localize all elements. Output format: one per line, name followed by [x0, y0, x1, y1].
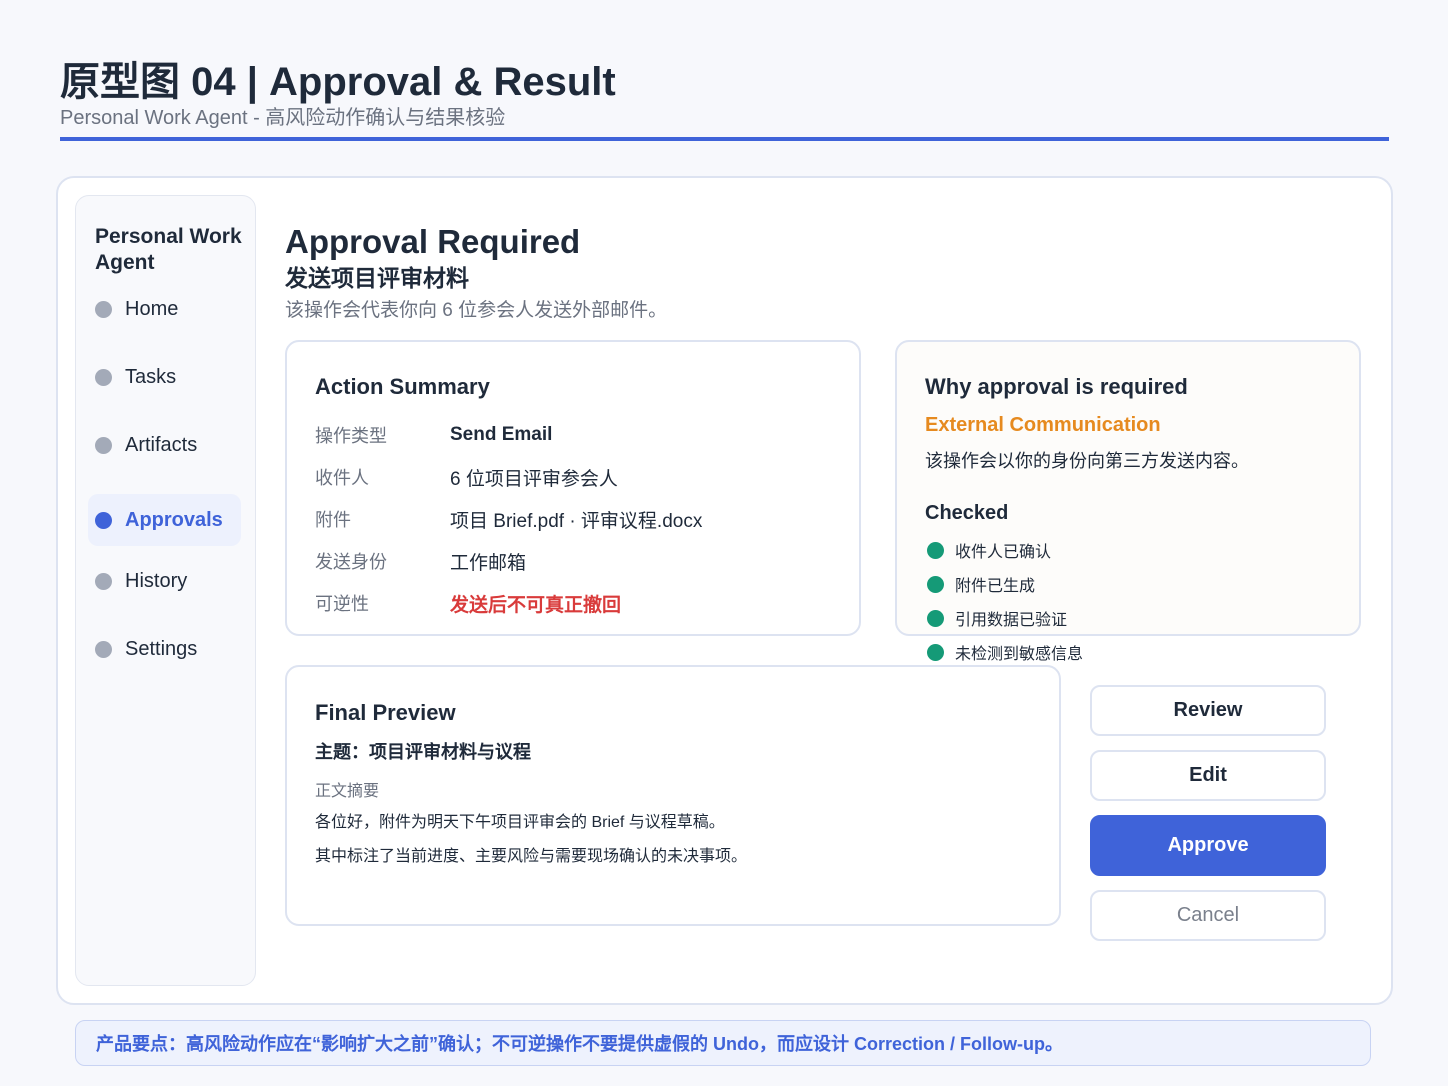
check-item: 引用数据已验证: [927, 606, 1067, 630]
check-dot-icon: [927, 541, 944, 559]
summary-value: 工作邮箱: [450, 552, 527, 574]
sidebar-item-approvals[interactable]: Approvals: [88, 494, 241, 546]
risk-category-label: External Communication: [925, 414, 1161, 436]
page-header: 原型图 04 | Approval & Result Personal Work…: [60, 58, 1389, 130]
card-title: Final Preview: [315, 700, 456, 725]
summary-key: 收件人: [315, 468, 369, 488]
card-title: Why approval is required: [925, 374, 1188, 399]
email-body-label: 正文摘要: [315, 783, 380, 800]
check-item: 未检测到敏感信息: [927, 640, 1083, 664]
sidebar-item-label: History: [125, 569, 188, 592]
summary-key: 可逆性: [315, 594, 369, 614]
check-dot-icon: [927, 609, 944, 627]
summary-key: 操作类型: [315, 426, 387, 446]
page-subtitle: Personal Work Agent - 高风险动作确认与结果核验: [60, 107, 506, 129]
summary-value: 项目 Brief.pdf · 评审议程.docx: [450, 510, 703, 532]
summary-value: 6 位项目评审参会人: [450, 468, 618, 490]
approval-description: 该操作会代表你向 6 位参会人发送外部邮件。: [285, 300, 668, 321]
email-body-line: 其中标注了当前进度、主要风险与需要现场确认的未决事项。: [315, 848, 748, 865]
email-subject: 主题：项目评审材料与议程: [315, 742, 531, 762]
check-dot-icon: [927, 575, 944, 593]
email-body-line: 各位好，附件为明天下午项目评审会的 Brief 与议程草稿。: [315, 814, 725, 831]
risk-description: 该操作会以你的身份向第三方发送内容。: [925, 451, 1249, 471]
sidebar-item-label: Artifacts: [125, 433, 198, 456]
check-label: 引用数据已验证: [955, 612, 1068, 629]
check-item: 收件人已确认: [927, 538, 1051, 562]
summary-row-reversibility: 可逆性 发送后不可真正撤回: [315, 588, 621, 618]
summary-key: 发送身份: [315, 552, 387, 572]
sidebar-item-tasks[interactable]: Tasks: [88, 351, 241, 403]
sidebar-item-label: Home: [125, 297, 179, 320]
nav-dot-icon: [95, 436, 112, 454]
product-note: 产品要点：高风险动作应在“影响扩大之前”确认；不可逆操作不要提供虚假的 Undo…: [75, 1020, 1371, 1066]
summary-row-attachments: 附件 项目 Brief.pdf · 评审议程.docx: [315, 504, 702, 534]
nav-dot-icon: [95, 572, 112, 590]
nav-dot-icon: [95, 640, 112, 658]
sidebar-item-artifacts[interactable]: Artifacts: [88, 419, 241, 471]
final-preview-card: Final Preview 主题：项目评审材料与议程 正文摘要 各位好，附件为明…: [285, 665, 1061, 926]
sidebar-item-home[interactable]: Home: [88, 283, 241, 335]
summary-key: 附件: [315, 510, 351, 530]
summary-row-recipients: 收件人 6 位项目评审参会人: [315, 462, 618, 492]
check-label: 附件已生成: [955, 578, 1036, 595]
nav-dot-icon: [95, 511, 112, 529]
sidebar-item-settings[interactable]: Settings: [88, 623, 241, 675]
action-summary-card: Action Summary 操作类型 Send Email 收件人 6 位项目…: [285, 340, 861, 636]
approval-subtitle: 发送项目评审材料: [285, 265, 469, 291]
summary-row-sender-identity: 发送身份 工作邮箱: [315, 546, 526, 576]
approval-title: Approval Required: [285, 223, 581, 260]
approve-button[interactable]: Approve: [1090, 815, 1326, 876]
card-title: Action Summary: [315, 374, 490, 399]
check-dot-icon: [927, 643, 944, 661]
sidebar-brand: Personal Work Agent: [95, 225, 242, 274]
header-divider: [60, 137, 1389, 141]
checked-heading: Checked: [925, 502, 1009, 524]
page-title: 原型图 04 | Approval & Result: [60, 60, 616, 104]
cancel-button[interactable]: Cancel: [1090, 890, 1326, 941]
edit-button[interactable]: Edit: [1090, 750, 1326, 801]
check-label: 收件人已确认: [955, 544, 1052, 561]
summary-value: Send Email: [450, 424, 553, 445]
check-item: 附件已生成: [927, 572, 1035, 596]
sidebar-item-label: Tasks: [125, 365, 177, 388]
nav-dot-icon: [95, 300, 112, 318]
sidebar-item-label: Settings: [125, 637, 198, 660]
summary-row-action-type: 操作类型 Send Email: [315, 420, 552, 450]
sidebar-item-history[interactable]: History: [88, 555, 241, 607]
sidebar-item-label: Approvals: [125, 508, 223, 531]
check-label: 未检测到敏感信息: [955, 646, 1084, 663]
summary-value-warning: 发送后不可真正撤回: [450, 594, 622, 616]
review-button[interactable]: Review: [1090, 685, 1326, 736]
nav-dot-icon: [95, 368, 112, 386]
